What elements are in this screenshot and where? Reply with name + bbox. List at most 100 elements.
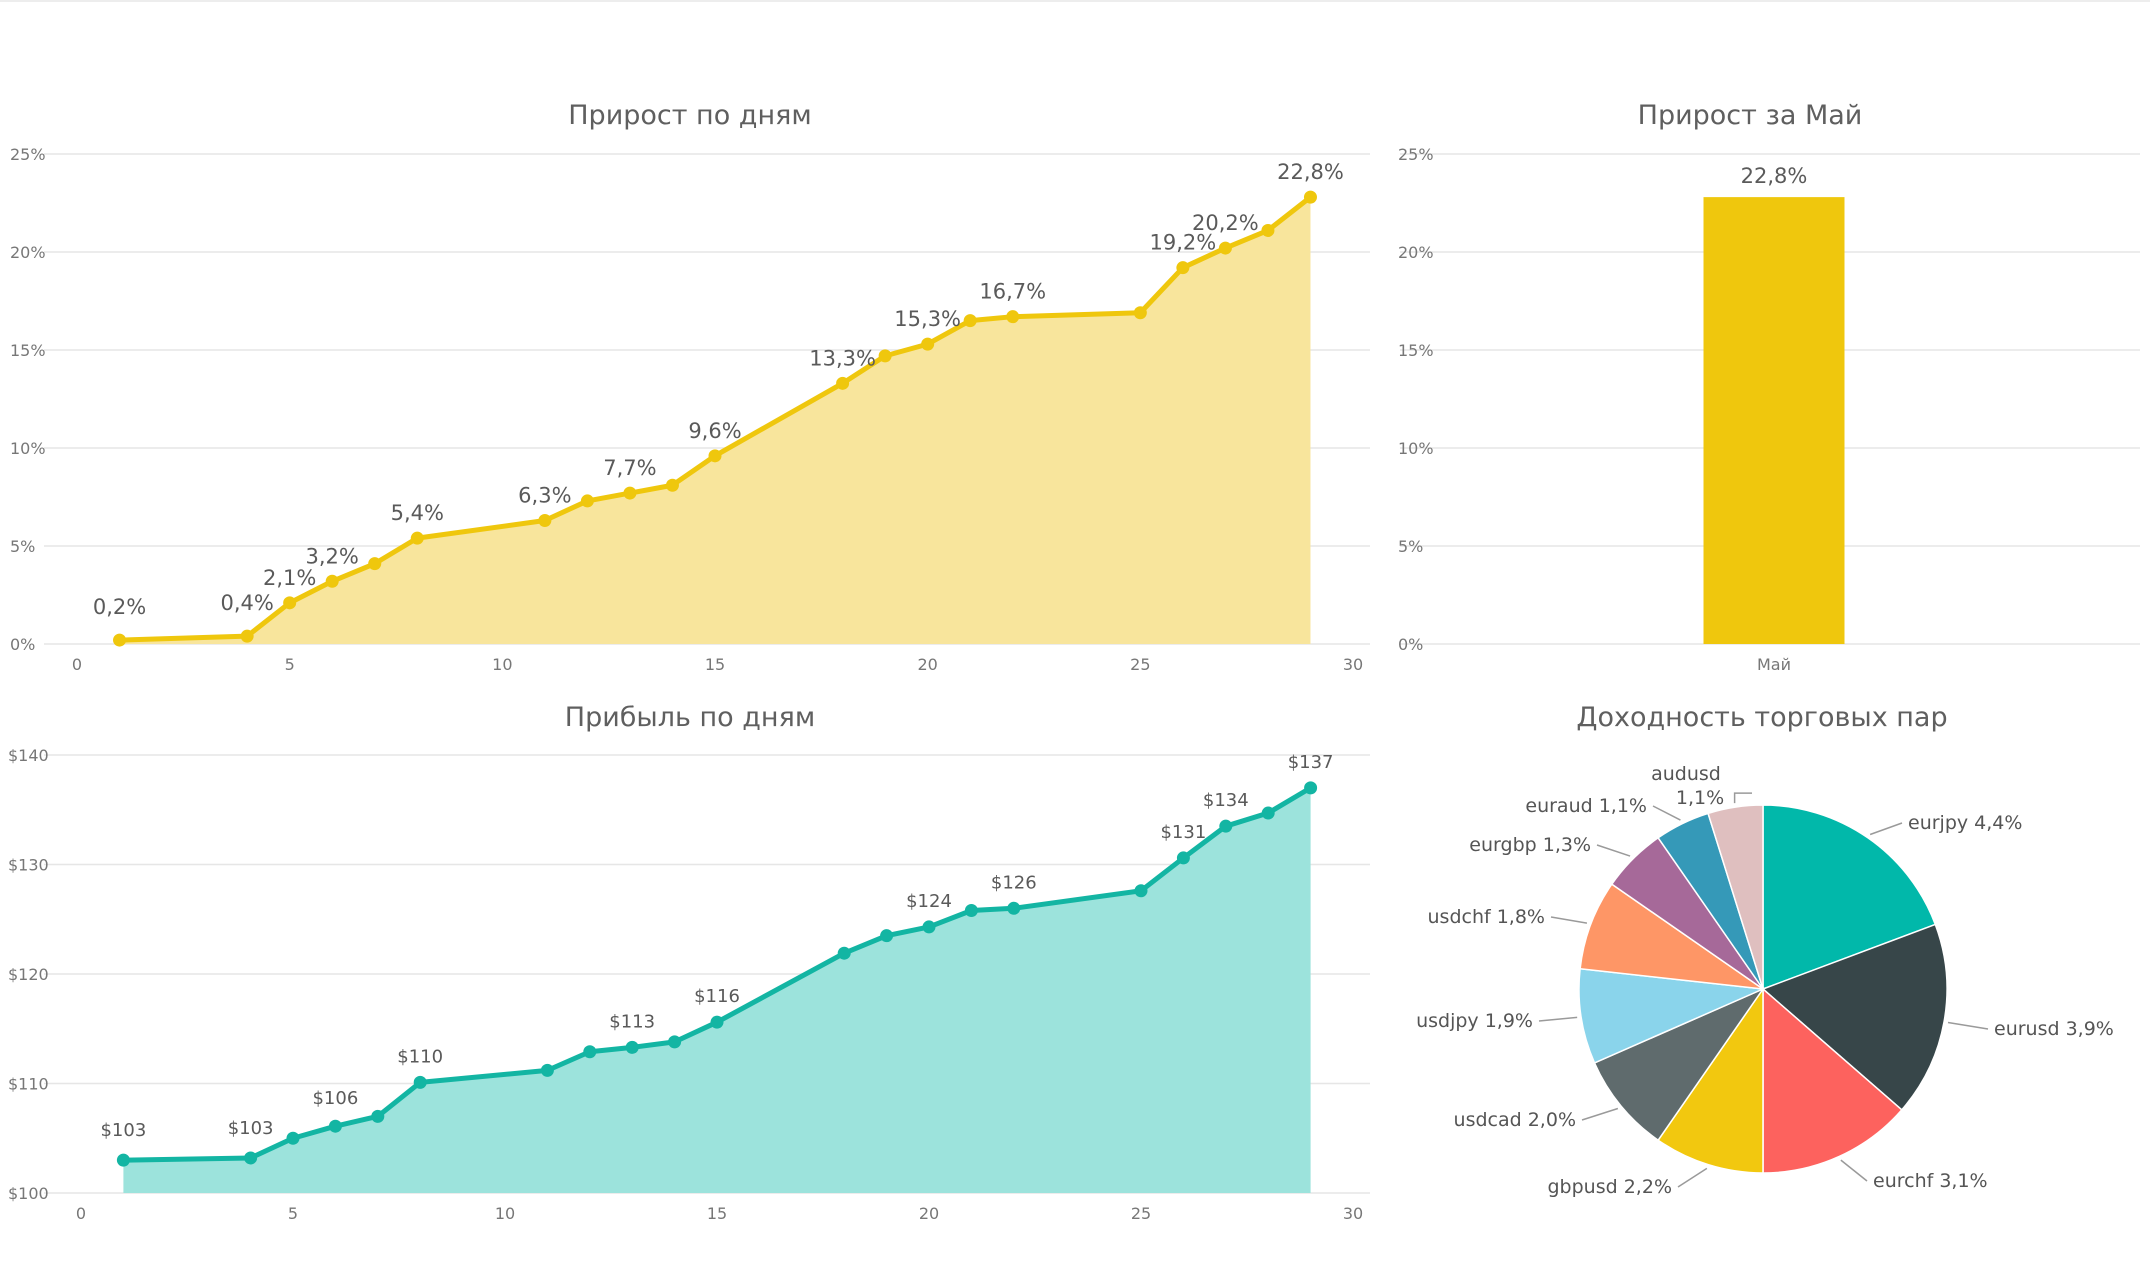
daily-growth-point	[963, 314, 977, 328]
daily-profit-point	[1219, 819, 1233, 833]
daily-profit-point	[1134, 884, 1148, 898]
daily-growth-point	[1218, 241, 1232, 255]
daily-growth-point	[1133, 306, 1147, 320]
daily-profit-x-tick-label: 15	[707, 1204, 727, 1223]
may-growth-y-tick-label: 20%	[1398, 243, 1434, 262]
daily-profit-x-tick-label: 10	[495, 1204, 515, 1223]
daily-growth-point	[1176, 261, 1190, 275]
daily-profit-point	[583, 1045, 597, 1059]
daily-growth-x-tick-label: 25	[1130, 655, 1150, 674]
daily-profit-data-label: $134	[1203, 790, 1249, 811]
daily-profit-y-tick-label: $130	[8, 856, 49, 875]
dashboard-canvas: Прирост по дням 0% 5% 10% 15% 20% 25% 0 5 10 15 20…	[8, 100, 2140, 1223]
daily-growth-data-label: 20,2%	[1192, 211, 1259, 235]
daily-growth-data-label: 5,4%	[391, 501, 444, 525]
pair-returns-title: Доходность торговых пар	[1576, 702, 1947, 733]
daily-growth-data-label: 7,7%	[603, 456, 656, 480]
daily-growth-x-tick-label: 10	[492, 655, 512, 674]
daily-profit-point	[540, 1063, 554, 1077]
daily-profit-point	[880, 929, 894, 943]
pie-leader-usdjpy	[1538, 1016, 1578, 1022]
daily-profit-data-label: $113	[609, 1011, 655, 1032]
daily-profit-data-label: $103	[100, 1120, 146, 1141]
daily-profit-point	[244, 1151, 258, 1165]
daily-profit-point	[964, 903, 978, 917]
daily-profit-point	[413, 1075, 427, 1089]
daily-growth-point	[665, 478, 679, 492]
daily-growth-x-tick-label: 20	[917, 655, 937, 674]
pie-leader-usdchf	[1550, 916, 1588, 924]
pie-leader-gbpusd	[1677, 1167, 1708, 1188]
daily-profit-data-label: $110	[397, 1046, 443, 1067]
daily-profit-point	[116, 1153, 130, 1167]
daily-profit-point	[922, 920, 936, 934]
daily-growth-x-tick-label: 0	[72, 655, 82, 674]
daily-profit-x-tick-label: 5	[288, 1204, 298, 1223]
daily-growth-y-tick-label: 5%	[10, 537, 35, 556]
daily-profit-point	[1176, 851, 1190, 865]
pie-label-gbpusd: gbpusd 2,2%	[1548, 1176, 1673, 1198]
pie-leader-eurusd	[1947, 1021, 1989, 1030]
daily-growth-data-label: 16,7%	[979, 280, 1046, 304]
daily-growth-title: Прирост по дням	[568, 100, 812, 131]
pie-leader-usdcad	[1581, 1107, 1619, 1121]
pie-label-euraud: euraud 1,1%	[1525, 795, 1647, 817]
may-growth-data-label: 22,8%	[1741, 164, 1808, 188]
daily-growth-x-tick-label: 30	[1343, 655, 1363, 674]
may-growth-y-tick-label: 5%	[1398, 537, 1423, 556]
daily-growth-point	[283, 596, 297, 610]
pie-label-eurusd: eurusd 3,9%	[1994, 1018, 2114, 1040]
daily-profit-data-label: $131	[1160, 822, 1206, 843]
daily-growth-point	[623, 486, 637, 500]
pie-leader-eurgbp	[1596, 844, 1631, 857]
daily-growth-data-label: 0,2%	[93, 595, 146, 619]
daily-profit-x-tick-label: 25	[1131, 1204, 1151, 1223]
daily-profit-data-label: $103	[228, 1118, 274, 1139]
pie-label-eurgbp: eurgbp 1,3%	[1469, 834, 1591, 856]
daily-growth-point	[240, 629, 254, 643]
daily-growth-y-tick-label: 10%	[10, 439, 46, 458]
daily-growth-point	[368, 557, 382, 571]
daily-profit-x-tick-label: 20	[919, 1204, 939, 1223]
daily-growth-data-label: 13,3%	[809, 346, 876, 370]
daily-profit-y-tick-label: $120	[8, 965, 49, 984]
daily-profit-x-tick-label: 0	[76, 1204, 86, 1223]
daily-growth-chart: Прирост по дням 0% 5% 10% 15% 20% 25% 0 5 10 15 20…	[10, 100, 1370, 674]
daily-profit-title: Прибыль по дням	[565, 702, 815, 733]
pie-leader-audusd	[1733, 792, 1752, 804]
pie-label-usdchf: usdchf 1,8%	[1428, 906, 1546, 928]
daily-profit-point	[625, 1040, 639, 1054]
daily-growth-y-tick-label: 0%	[10, 635, 35, 654]
daily-growth-point	[113, 633, 127, 647]
daily-profit-data-label: $106	[312, 1088, 358, 1109]
daily-profit-point	[668, 1035, 682, 1049]
daily-profit-point	[837, 946, 851, 960]
may-growth-y-tick-label: 15%	[1398, 341, 1434, 360]
daily-growth-point	[538, 514, 552, 528]
pie-label-audusd: audusd 1,1%	[1651, 763, 1724, 809]
daily-profit-point	[371, 1109, 385, 1123]
may-growth-y-tick-label: 0%	[1398, 635, 1423, 654]
pie-label-eurjpy: eurjpy 4,4%	[1908, 812, 2022, 834]
may-growth-bar	[1703, 197, 1845, 644]
pair-returns-chart: Доходность торговых пар eurjpy 4,4% eurus…	[1416, 702, 2114, 1198]
pie-label-audusd-line2: 1,1%	[1676, 787, 1724, 809]
daily-growth-data-label: 6,3%	[518, 484, 571, 508]
daily-profit-data-label: $124	[906, 891, 952, 912]
daily-growth-point	[878, 349, 892, 363]
daily-growth-point	[1006, 310, 1020, 324]
daily-profit-point	[1261, 806, 1275, 820]
daily-growth-point	[708, 449, 722, 463]
pie-label-usdcad: usdcad 2,0%	[1454, 1109, 1576, 1131]
pie-leader-eurchf	[1840, 1159, 1868, 1182]
daily-profit-chart: Прибыль по дням $100 $110 $120 $130 $140 0 5 10…	[8, 702, 1370, 1223]
daily-profit-y-tick-label: $140	[8, 746, 49, 765]
daily-growth-data-label: 15,3%	[894, 307, 961, 331]
daily-growth-y-tick-label: 20%	[10, 243, 46, 262]
daily-growth-data-label: 2,1%	[263, 566, 316, 590]
may-growth-y-tick-label: 10%	[1398, 439, 1434, 458]
daily-profit-y-tick-label: $110	[8, 1075, 49, 1094]
daily-growth-data-label: 22,8%	[1277, 160, 1344, 184]
daily-growth-x-tick-label: 5	[285, 655, 295, 674]
daily-profit-data-label: $126	[991, 872, 1037, 893]
